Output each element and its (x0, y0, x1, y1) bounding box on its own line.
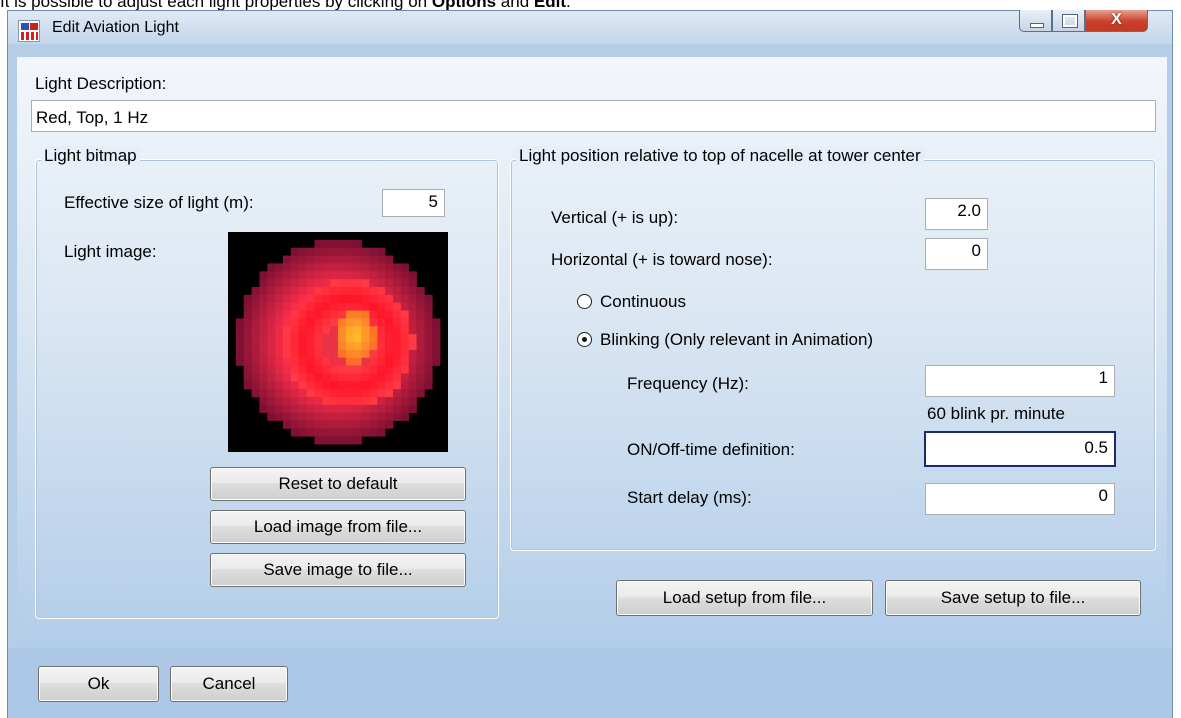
minimize-button[interactable] (1019, 10, 1052, 32)
description-input[interactable]: Red, Top, 1 Hz (31, 100, 1156, 132)
ok-button[interactable]: Ok (38, 666, 159, 702)
effective-size-input[interactable]: 5 (382, 189, 445, 217)
light-image[interactable] (228, 232, 448, 452)
reset-to-default-button[interactable]: Reset to default (210, 467, 466, 501)
horizontal-label: Horizontal (+ is toward nose): (551, 250, 773, 269)
effective-size-label: Effective size of light (m): (64, 193, 254, 212)
onoff-time-input[interactable]: 0.5 (924, 431, 1116, 467)
save-setup-button[interactable]: Save setup to file... (885, 580, 1141, 616)
description-label: Light Description: (35, 74, 167, 93)
continuous-label[interactable]: Continuous (600, 292, 686, 312)
blink-rate-text: 60 blink pr. minute (927, 404, 1065, 423)
close-button[interactable]: X (1085, 10, 1148, 32)
onoff-time-label: ON/Off-time definition: (627, 440, 795, 459)
load-setup-button[interactable]: Load setup from file... (616, 580, 873, 616)
frequency-label: Frequency (Hz): (627, 374, 749, 393)
vertical-input[interactable]: 2.0 (925, 198, 988, 230)
window-title: Edit Aviation Light (52, 19, 179, 36)
load-image-button[interactable]: Load image from file... (210, 510, 466, 544)
horizontal-input[interactable]: 0 (925, 238, 988, 270)
light-bitmap-group-title: Light bitmap (41, 146, 140, 166)
close-icon: X (1111, 11, 1122, 28)
start-delay-label: Start delay (ms): (627, 488, 752, 507)
blinking-radio[interactable] (577, 332, 592, 347)
maximize-button[interactable] (1052, 10, 1085, 32)
start-delay-input[interactable]: 0 (925, 483, 1115, 515)
app-icon (18, 20, 40, 42)
save-image-button[interactable]: Save image to file... (210, 553, 466, 587)
frequency-input[interactable]: 1 (925, 365, 1115, 397)
blinking-label[interactable]: Blinking (Only relevant in Animation) (600, 330, 873, 350)
vertical-label: Vertical (+ is up): (551, 208, 679, 227)
light-position-group-title: Light position relative to top of nacell… (516, 146, 924, 166)
light-image-label: Light image: (64, 242, 157, 261)
continuous-radio[interactable] (577, 294, 592, 309)
title-bar[interactable] (8, 11, 1172, 44)
cancel-button[interactable]: Cancel (170, 666, 288, 702)
